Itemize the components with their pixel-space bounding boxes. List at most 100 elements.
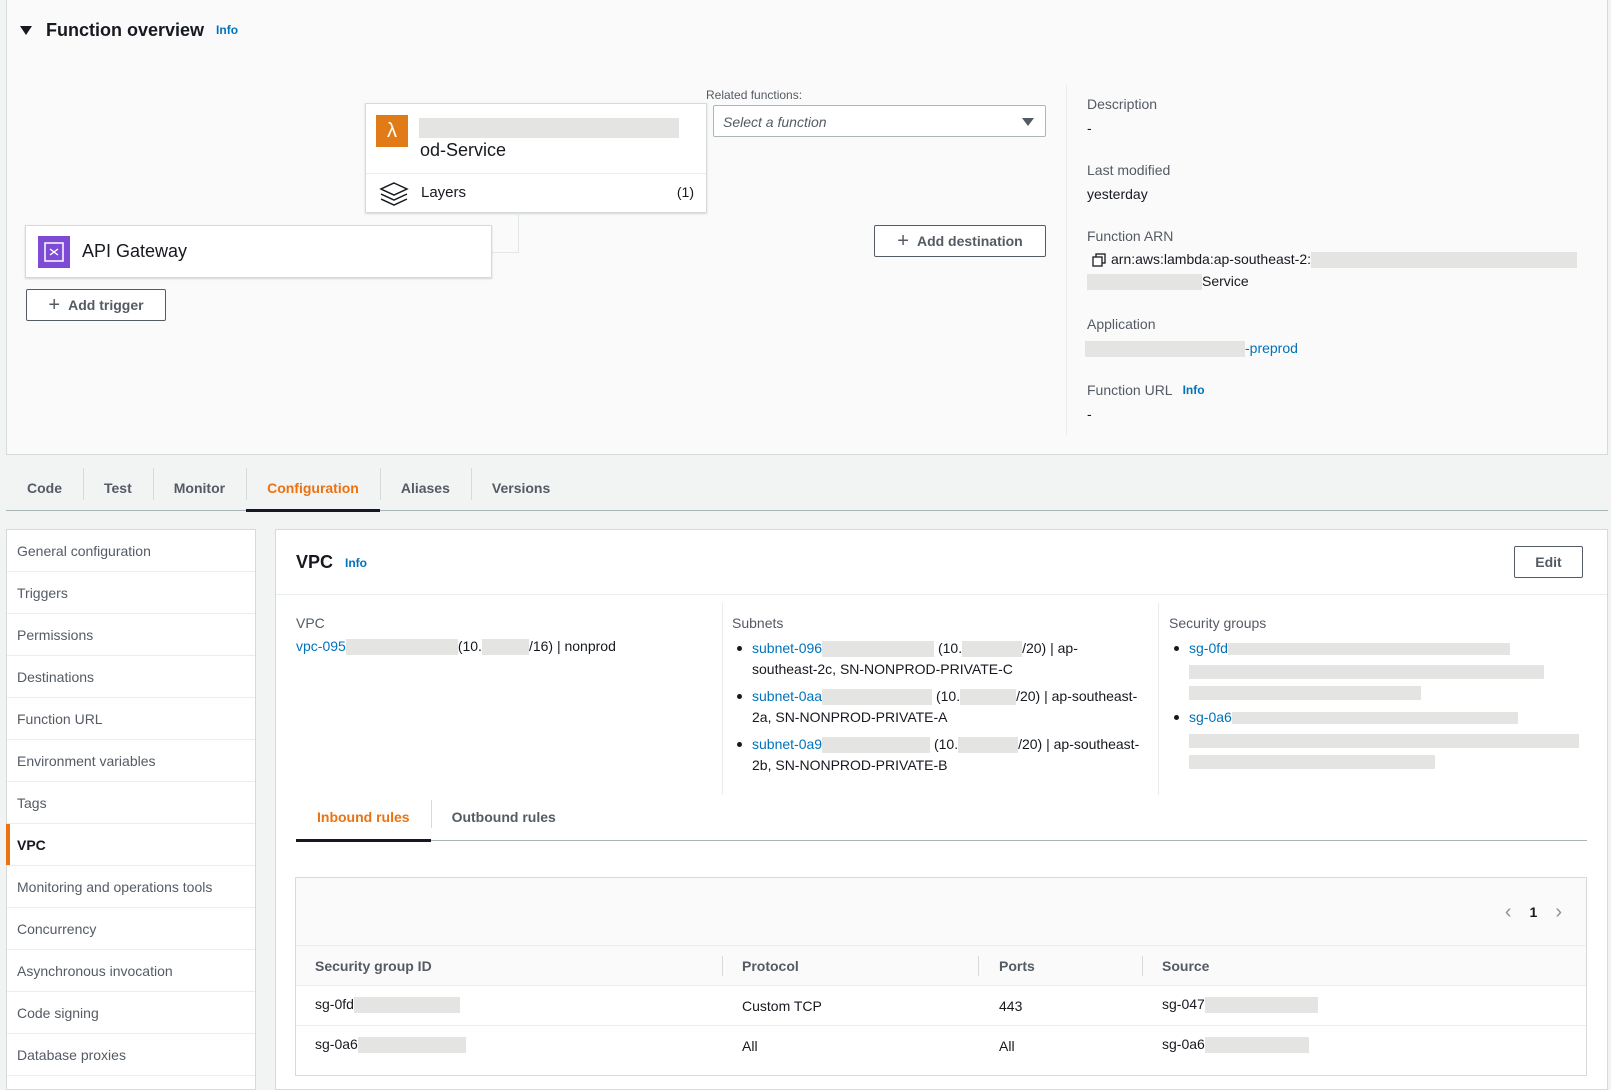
redacted-security-group (1189, 686, 1421, 701)
nav-item-database-proxies[interactable]: Database proxies (7, 1034, 255, 1076)
list-item: subnet-0a9 (10. /20) | ap-southeast- 2b, … (732, 734, 1152, 776)
function-url-header: Function URL Info (1087, 382, 1205, 398)
chevron-right-icon[interactable]: › (1555, 902, 1562, 922)
function-card[interactable]: λ od-Service Layers (1) (365, 103, 707, 213)
layers-label: Layers (421, 184, 467, 201)
nav-item-asynchronous-invocation[interactable]: Asynchronous invocation (7, 950, 255, 992)
tab-monitor[interactable]: Monitor (152, 465, 246, 511)
related-functions-select[interactable]: Select a function (713, 105, 1046, 137)
cell-security-group-id: sg-0a6 (315, 1036, 466, 1054)
nav-item-permissions[interactable]: Permissions (7, 614, 255, 656)
redacted-subnet-id (822, 689, 933, 706)
layers-row[interactable]: Layers (1) (366, 174, 706, 212)
subnets-list: subnet-096 (10. /20) | ap- southeast-2c, … (732, 638, 1152, 782)
security-group-id-text: sg-0fd (315, 996, 354, 1012)
redacted-subnet-id (822, 737, 931, 754)
layers-icon (379, 182, 409, 206)
list-item: subnet-096 (10. /20) | ap- southeast-2c, … (732, 638, 1152, 680)
list-item: sg-0fd (1169, 638, 1589, 701)
function-arn-suffix: Service (1202, 273, 1249, 289)
tab-outbound-rules[interactable]: Outbound rules (430, 792, 577, 841)
redacted-arn (1087, 274, 1202, 291)
application-link[interactable]: -preprod (1085, 340, 1298, 358)
nav-item-function-url[interactable]: Function URL (7, 698, 255, 740)
application-label: Application (1087, 316, 1156, 332)
column-header-protocol[interactable]: Protocol (742, 958, 799, 974)
redacted-security-group (357, 1037, 466, 1054)
subnet-cidr-prefix: (10. (933, 736, 959, 752)
security-group-id-text: sg-0a6 (315, 1036, 358, 1052)
page-number[interactable]: 1 (1530, 904, 1538, 920)
redacted-security-group (353, 997, 460, 1014)
lambda-icon: λ (376, 115, 408, 147)
vpc-cidr-prefix: (10. (457, 638, 482, 654)
vpc-panel: VPC Info Edit VPC vpc-095 (10. /16) | nonp… (275, 529, 1608, 1090)
last-modified-label: Last modified (1087, 162, 1171, 178)
function-arn-prefix: arn:aws:lambda:ap-southeast-2: (1111, 251, 1311, 267)
column-header-ports[interactable]: Ports (999, 958, 1035, 974)
subnet-link[interactable]: subnet-0a9 (752, 736, 822, 752)
add-destination-button[interactable]: + Add destination (874, 225, 1046, 257)
cell-ports: All (999, 1038, 1015, 1054)
redacted-application (1085, 341, 1245, 358)
function-arn-label: Function ARN (1087, 228, 1174, 244)
add-trigger-label: Add trigger (68, 297, 144, 313)
function-overview-info-link[interactable]: Info (216, 23, 238, 37)
security-group-link[interactable]: sg-0a6 (1189, 709, 1232, 725)
vpc-title: VPC (296, 552, 334, 572)
trigger-card-api-gateway[interactable]: API Gateway (25, 225, 492, 278)
list-item: sg-0a6 (1169, 707, 1589, 770)
plus-icon: + (48, 294, 61, 316)
caret-down-icon[interactable] (20, 25, 32, 35)
nav-item-triggers[interactable]: Triggers (7, 572, 255, 614)
plus-icon: + (897, 230, 909, 252)
vpc-panel-header: VPC Info Edit (276, 530, 1607, 595)
nav-item-code-signing[interactable]: Code signing (7, 992, 255, 1034)
function-url-value: - (1087, 406, 1092, 422)
edit-button[interactable]: Edit (1514, 546, 1583, 578)
security-groups-list: sg-0fd sg-0a6 (1169, 638, 1589, 776)
security-group-link[interactable]: sg-0fd (1189, 640, 1228, 656)
redacted-cidr (958, 737, 1019, 754)
redacted-cidr (481, 639, 529, 656)
add-trigger-button[interactable]: + Add trigger (26, 289, 166, 321)
nav-item-vpc[interactable]: VPC (6, 824, 255, 866)
column-divider (1158, 603, 1159, 795)
nav-item-environment-variables[interactable]: Environment variables (7, 740, 255, 782)
tab-configuration[interactable]: Configuration (246, 465, 380, 512)
application-link-suffix[interactable]: -preprod (1245, 340, 1298, 356)
table-header-row: Security group ID Protocol Ports Source (296, 946, 1586, 986)
tab-test[interactable]: Test (83, 465, 153, 511)
vpc-id-link[interactable]: vpc-095 (296, 638, 346, 654)
subnet-cidr-prefix: (10. (937, 640, 963, 656)
trigger-label: API Gateway (82, 241, 188, 261)
subnet-link[interactable]: subnet-096 (752, 640, 822, 656)
related-functions-placeholder: Select a function (723, 114, 827, 130)
tab-inbound-rules[interactable]: Inbound rules (296, 792, 431, 842)
vpc-info-link[interactable]: Info (345, 556, 367, 570)
function-url-info-link[interactable]: Info (1183, 383, 1205, 397)
function-tabs: Code Test Monitor Configuration Aliases … (6, 465, 1608, 512)
nav-item-destinations[interactable]: Destinations (7, 656, 255, 698)
cell-security-group-id: sg-0fd (315, 996, 460, 1014)
subnet-link[interactable]: subnet-0aa (752, 688, 822, 704)
column-header-source[interactable]: Source (1162, 958, 1209, 974)
cell-ports: 443 (999, 998, 1023, 1014)
related-functions-label: Related functions: (706, 88, 803, 102)
function-overview-header[interactable]: Function overview Info (20, 18, 238, 42)
table-row: sg-0a6 All All sg-0a6 (296, 1026, 1586, 1066)
cell-protocol: Custom TCP (742, 998, 822, 1014)
nav-item-concurrency[interactable]: Concurrency (7, 908, 255, 950)
nav-item-monitoring-tools[interactable]: Monitoring and operations tools (7, 866, 255, 908)
redacted-function-name (419, 118, 679, 138)
vpc-cidr-suffix: /16) | nonprod (528, 638, 616, 654)
tab-code[interactable]: Code (6, 465, 83, 511)
chevron-left-icon[interactable]: ‹ (1505, 902, 1512, 922)
tab-versions[interactable]: Versions (470, 465, 571, 511)
nav-item-general-configuration[interactable]: General configuration (7, 530, 255, 572)
subnet-az: 2b, SN-NONPROD-PRIVATE-B (752, 757, 948, 773)
nav-item-tags[interactable]: Tags (7, 782, 255, 824)
copy-icon[interactable] (1092, 253, 1106, 267)
column-header-security-group-id[interactable]: Security group ID (315, 958, 432, 974)
tab-aliases[interactable]: Aliases (379, 465, 471, 511)
